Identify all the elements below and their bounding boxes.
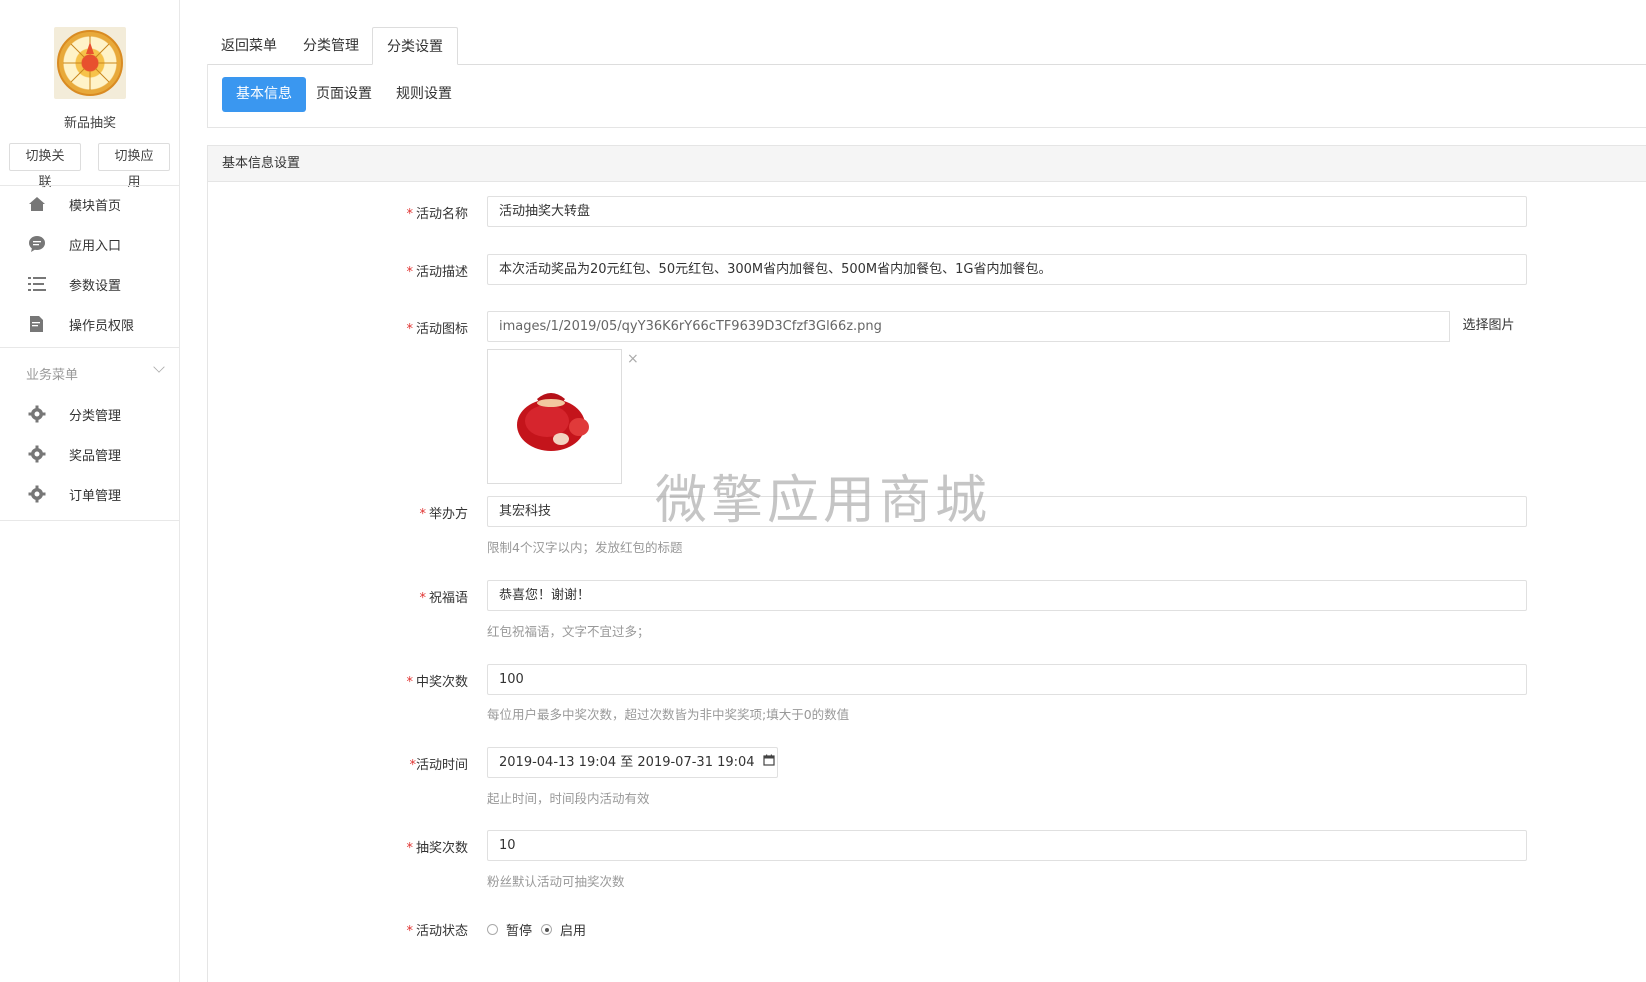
activity-name-label: * 活动名称 — [406, 207, 468, 222]
blessing-help: 红包祝福语，文字不宜过多； — [487, 624, 650, 639]
nav-item-label: 模块首页 — [69, 198, 122, 214]
business-menu-title: 业务菜单 — [26, 368, 79, 383]
organizer-help: 限制4个汉字以内；发放红包的标题 — [487, 540, 683, 555]
app-name: 新品抽奖 — [63, 116, 116, 131]
activity-icon-label: * 活动图标 — [406, 322, 468, 337]
nav-item-home[interactable]: 模块首页 — [0, 186, 180, 222]
remove-image-icon[interactable]: × — [627, 351, 639, 367]
activity-desc-label: * 活动描述 — [406, 265, 468, 280]
home-icon — [27, 194, 47, 214]
sidebar: 新品抽奖 切换关联 切换应用 模块首页 应用入口 参数设置 操作员权限 业务菜单… — [0, 0, 180, 982]
nav-item-order-manage[interactable]: 订单管理 — [0, 476, 180, 512]
status-option-label: 暂停 — [506, 924, 533, 939]
nav-item-prize-manage[interactable]: 奖品管理 — [0, 436, 180, 472]
activity-name-input[interactable]: 活动抽奖大转盘 — [487, 196, 1527, 227]
gear-icon — [27, 444, 47, 464]
document-edit-icon — [27, 314, 47, 334]
tab-category-settings[interactable]: 分类设置 — [372, 27, 458, 65]
draw-times-label: * 抽奖次数 — [406, 841, 468, 856]
nav-item-params[interactable]: 参数设置 — [0, 266, 180, 302]
radio-dot — [487, 924, 498, 935]
nav-item-operator-permissions[interactable]: 操作员权限 — [0, 306, 180, 342]
sub-tabs: 基本信息 页面设置 规则设置 — [207, 64, 1646, 128]
gear-icon — [27, 484, 47, 504]
draw-times-help: 粉丝默认活动可抽奖次数 — [487, 874, 625, 889]
calendar-icon — [763, 748, 775, 777]
activity-desc-input[interactable]: 本次活动奖品为20元红包、50元红包、300M省内加餐包、500M省内加餐包、1… — [487, 254, 1527, 285]
activity-status-label: * 活动状态 — [406, 924, 468, 939]
organizer-label: * 举办方 — [419, 507, 468, 522]
activity-time-value: 2019-04-13 19:04 至 2019-07-31 19:04 — [499, 755, 755, 770]
nav-item-label: 操作员权限 — [69, 318, 135, 334]
tab-category-manage[interactable]: 分类管理 — [289, 27, 373, 65]
gear-icon — [27, 404, 47, 424]
app-logo — [54, 27, 126, 99]
draw-times-input[interactable]: 10 — [487, 830, 1527, 861]
red-bag-image — [516, 392, 589, 451]
tab-back-menu[interactable]: 返回菜单 — [207, 27, 291, 65]
lottery-wheel-icon — [57, 30, 123, 96]
nav-item-app-entry[interactable]: 应用入口 — [0, 226, 180, 262]
switch-link-button[interactable]: 切换关联 — [9, 143, 81, 190]
status-radio-pause[interactable]: 暂停 — [487, 920, 532, 939]
list-icon — [27, 274, 47, 294]
chat-icon — [27, 234, 47, 254]
nav-item-label: 奖品管理 — [69, 448, 122, 464]
activity-time-label: *活动时间 — [409, 758, 468, 773]
activity-time-input[interactable]: 2019-04-13 19:04 至 2019-07-31 19:04 — [487, 747, 778, 778]
win-times-help: 每位用户最多中奖次数，超过次数皆为非中奖奖项;填大于0的数值 — [487, 707, 850, 722]
blessing-label: * 祝福语 — [419, 591, 468, 606]
subtab-page-settings[interactable]: 页面设置 — [302, 77, 386, 112]
subtab-rule-settings[interactable]: 规则设置 — [382, 77, 466, 112]
switch-app-button[interactable]: 切换应用 — [98, 143, 170, 190]
nav-item-label: 分类管理 — [69, 408, 122, 424]
top-tabs: 返回菜单 分类管理 分类设置 — [207, 27, 1646, 65]
status-radio-enable[interactable]: 启用 — [541, 920, 586, 939]
nav-item-label: 应用入口 — [69, 238, 122, 254]
basic-info-panel: 基本信息设置 * 活动名称 活动抽奖大转盘 * 活动描述 本次活动奖品为20元红包、… — [207, 145, 1646, 982]
watermark: 微擎应用商城 — [655, 471, 992, 531]
radio-dot-checked — [541, 924, 552, 935]
nav-item-label: 订单管理 — [69, 488, 122, 504]
chevron-down-icon[interactable] — [153, 361, 165, 373]
win-times-input[interactable]: 100 — [487, 664, 1527, 695]
win-times-label: * 中奖次数 — [406, 675, 468, 690]
panel-title: 基本信息设置 — [208, 146, 1646, 182]
choose-image-button[interactable]: 选择图片 — [1449, 311, 1527, 342]
activity-icon-path-input[interactable]: images/1/2019/05/qyY36K6rY66cTF9639D3Cfz… — [487, 311, 1451, 342]
organizer-input[interactable]: 其宏科技 — [487, 496, 1527, 527]
nav-item-label: 参数设置 — [69, 278, 122, 294]
blessing-input[interactable]: 恭喜您！谢谢！ — [487, 580, 1527, 611]
activity-icon-preview — [487, 349, 622, 484]
status-option-label: 启用 — [560, 924, 587, 939]
divider — [0, 520, 180, 521]
nav-item-category-manage[interactable]: 分类管理 — [0, 396, 180, 432]
divider — [0, 347, 180, 348]
activity-time-help: 起止时间，时间段内活动有效 — [487, 791, 650, 806]
subtab-basic-info[interactable]: 基本信息 — [222, 77, 306, 112]
